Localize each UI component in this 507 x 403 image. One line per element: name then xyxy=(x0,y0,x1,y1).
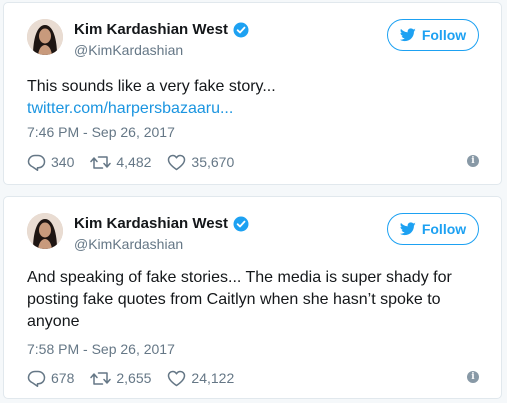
author-name[interactable]: Kim Kardashian West xyxy=(74,215,228,233)
action-bar: 340 4,482 35,670 xyxy=(27,152,250,172)
tweet-text: And speaking of fake stories... The medi… xyxy=(27,267,487,333)
reply-count: 340 xyxy=(51,154,75,170)
like-icon xyxy=(168,154,186,170)
verified-badge-icon xyxy=(233,22,249,38)
tweet-body: And speaking of fake stories... The medi… xyxy=(27,269,452,330)
verified-badge-icon xyxy=(233,216,249,232)
tweet-body: This sounds like a very fake story... xyxy=(27,78,276,95)
author-handle[interactable]: @KimKardashian xyxy=(74,235,183,253)
reply-action[interactable]: 340 xyxy=(27,154,74,171)
info-icon[interactable]: i xyxy=(467,155,479,167)
retweet-icon xyxy=(90,155,112,169)
retweet-icon xyxy=(90,371,112,385)
timestamp[interactable]: 7:58 PM - Sep 26, 2017 xyxy=(27,340,175,358)
author-name-row: Kim Kardashian West xyxy=(74,215,249,233)
like-count: 35,670 xyxy=(191,154,235,170)
follow-button[interactable]: Follow xyxy=(387,213,479,245)
retweet-count: 2,655 xyxy=(116,370,152,386)
tweet-card-1: Kim Kardashian West @KimKardashian Follo… xyxy=(3,2,502,185)
like-icon xyxy=(168,370,186,386)
reply-icon xyxy=(27,154,46,171)
reply-action[interactable]: 678 xyxy=(27,370,74,387)
like-count: 24,122 xyxy=(191,370,235,386)
author-handle[interactable]: @KimKardashian xyxy=(74,41,183,59)
follow-button[interactable]: Follow xyxy=(387,19,479,51)
twitter-bird-icon xyxy=(399,222,416,236)
info-icon[interactable]: i xyxy=(467,371,479,383)
action-bar: 678 2,655 24,122 xyxy=(27,368,250,388)
avatar[interactable] xyxy=(27,213,63,249)
author-name[interactable]: Kim Kardashian West xyxy=(74,21,228,39)
retweet-count: 4,482 xyxy=(116,154,152,170)
like-action[interactable]: 35,670 xyxy=(167,154,234,171)
timestamp[interactable]: 7:46 PM - Sep 26, 2017 xyxy=(27,123,175,141)
follow-label: Follow xyxy=(421,27,467,43)
reply-icon xyxy=(27,370,46,387)
retweet-action[interactable]: 4,482 xyxy=(90,154,151,170)
twitter-bird-icon xyxy=(399,28,416,42)
author-name-row: Kim Kardashian West xyxy=(74,21,249,39)
retweet-action[interactable]: 2,655 xyxy=(90,370,151,386)
like-action[interactable]: 24,122 xyxy=(167,370,234,387)
tweet-text: This sounds like a very fake story... tw… xyxy=(27,76,487,120)
tweet-link[interactable]: twitter.com/harpersbazaaru... xyxy=(27,98,487,120)
avatar[interactable] xyxy=(27,19,63,55)
tweet-card-2: Kim Kardashian West @KimKardashian Follo… xyxy=(3,196,502,399)
follow-label: Follow xyxy=(421,221,467,237)
reply-count: 678 xyxy=(51,370,75,386)
